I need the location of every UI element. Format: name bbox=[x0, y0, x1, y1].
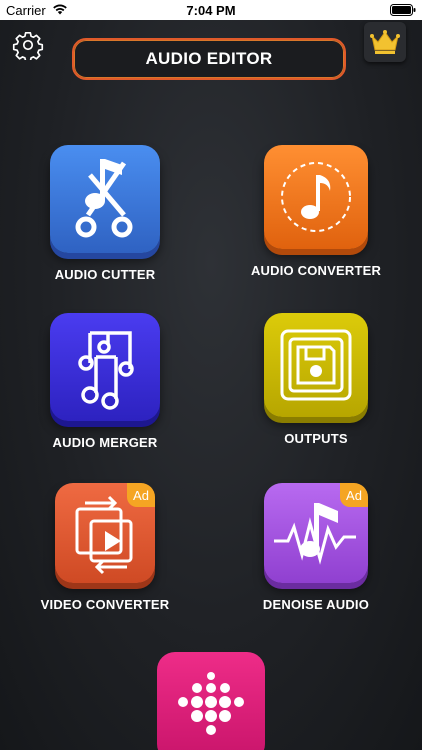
outputs-button[interactable] bbox=[264, 313, 368, 417]
status-bar: Carrier 7:04 PM bbox=[0, 0, 422, 20]
audio-merger-button[interactable] bbox=[50, 313, 160, 421]
denoise-audio-button[interactable]: Ad bbox=[264, 483, 368, 583]
music-note-icon bbox=[281, 162, 351, 232]
music-scissors-icon bbox=[75, 159, 133, 238]
audio-merger-tile[interactable]: AUDIO MERGER bbox=[15, 313, 195, 450]
video-converter-label: VIDEO CONVERTER bbox=[40, 597, 170, 612]
ad-badge: Ad bbox=[340, 483, 368, 507]
gear-icon[interactable] bbox=[12, 30, 44, 60]
crown-icon bbox=[370, 30, 400, 54]
audio-cutter-tile[interactable]: AUDIO CUTTER bbox=[15, 145, 195, 282]
denoise-audio-tile[interactable]: Ad DENOISE AUDIO bbox=[226, 483, 406, 612]
outputs-label: OUTPUTS bbox=[284, 431, 348, 446]
more-apps-button[interactable] bbox=[157, 652, 265, 750]
page-title-text: AUDIO EDITOR bbox=[145, 49, 273, 68]
audio-converter-button[interactable] bbox=[264, 145, 368, 249]
dots-icon bbox=[178, 672, 244, 735]
audio-cutter-button[interactable] bbox=[50, 145, 160, 253]
video-converter-tile[interactable]: Ad VIDEO CONVERTER bbox=[15, 483, 195, 612]
ad-badge: Ad bbox=[127, 483, 155, 507]
more-apps-tile[interactable] bbox=[121, 652, 301, 750]
outputs-tile[interactable]: OUTPUTS bbox=[226, 313, 406, 446]
floppy-icon bbox=[280, 329, 352, 401]
audio-converter-tile[interactable]: AUDIO CONVERTER bbox=[226, 145, 406, 278]
audio-converter-label: AUDIO CONVERTER bbox=[250, 263, 382, 278]
status-time: 7:04 PM bbox=[186, 3, 236, 18]
denoise-audio-label: DENOISE AUDIO bbox=[262, 597, 370, 612]
audio-merger-label: AUDIO MERGER bbox=[52, 435, 158, 450]
page-title: AUDIO EDITOR bbox=[72, 38, 346, 80]
music-notes-icon bbox=[78, 331, 134, 410]
video-converter-button[interactable]: Ad bbox=[55, 483, 155, 583]
battery-icon bbox=[390, 4, 416, 16]
premium-button[interactable] bbox=[364, 22, 406, 62]
audio-cutter-label: AUDIO CUTTER bbox=[54, 267, 156, 282]
